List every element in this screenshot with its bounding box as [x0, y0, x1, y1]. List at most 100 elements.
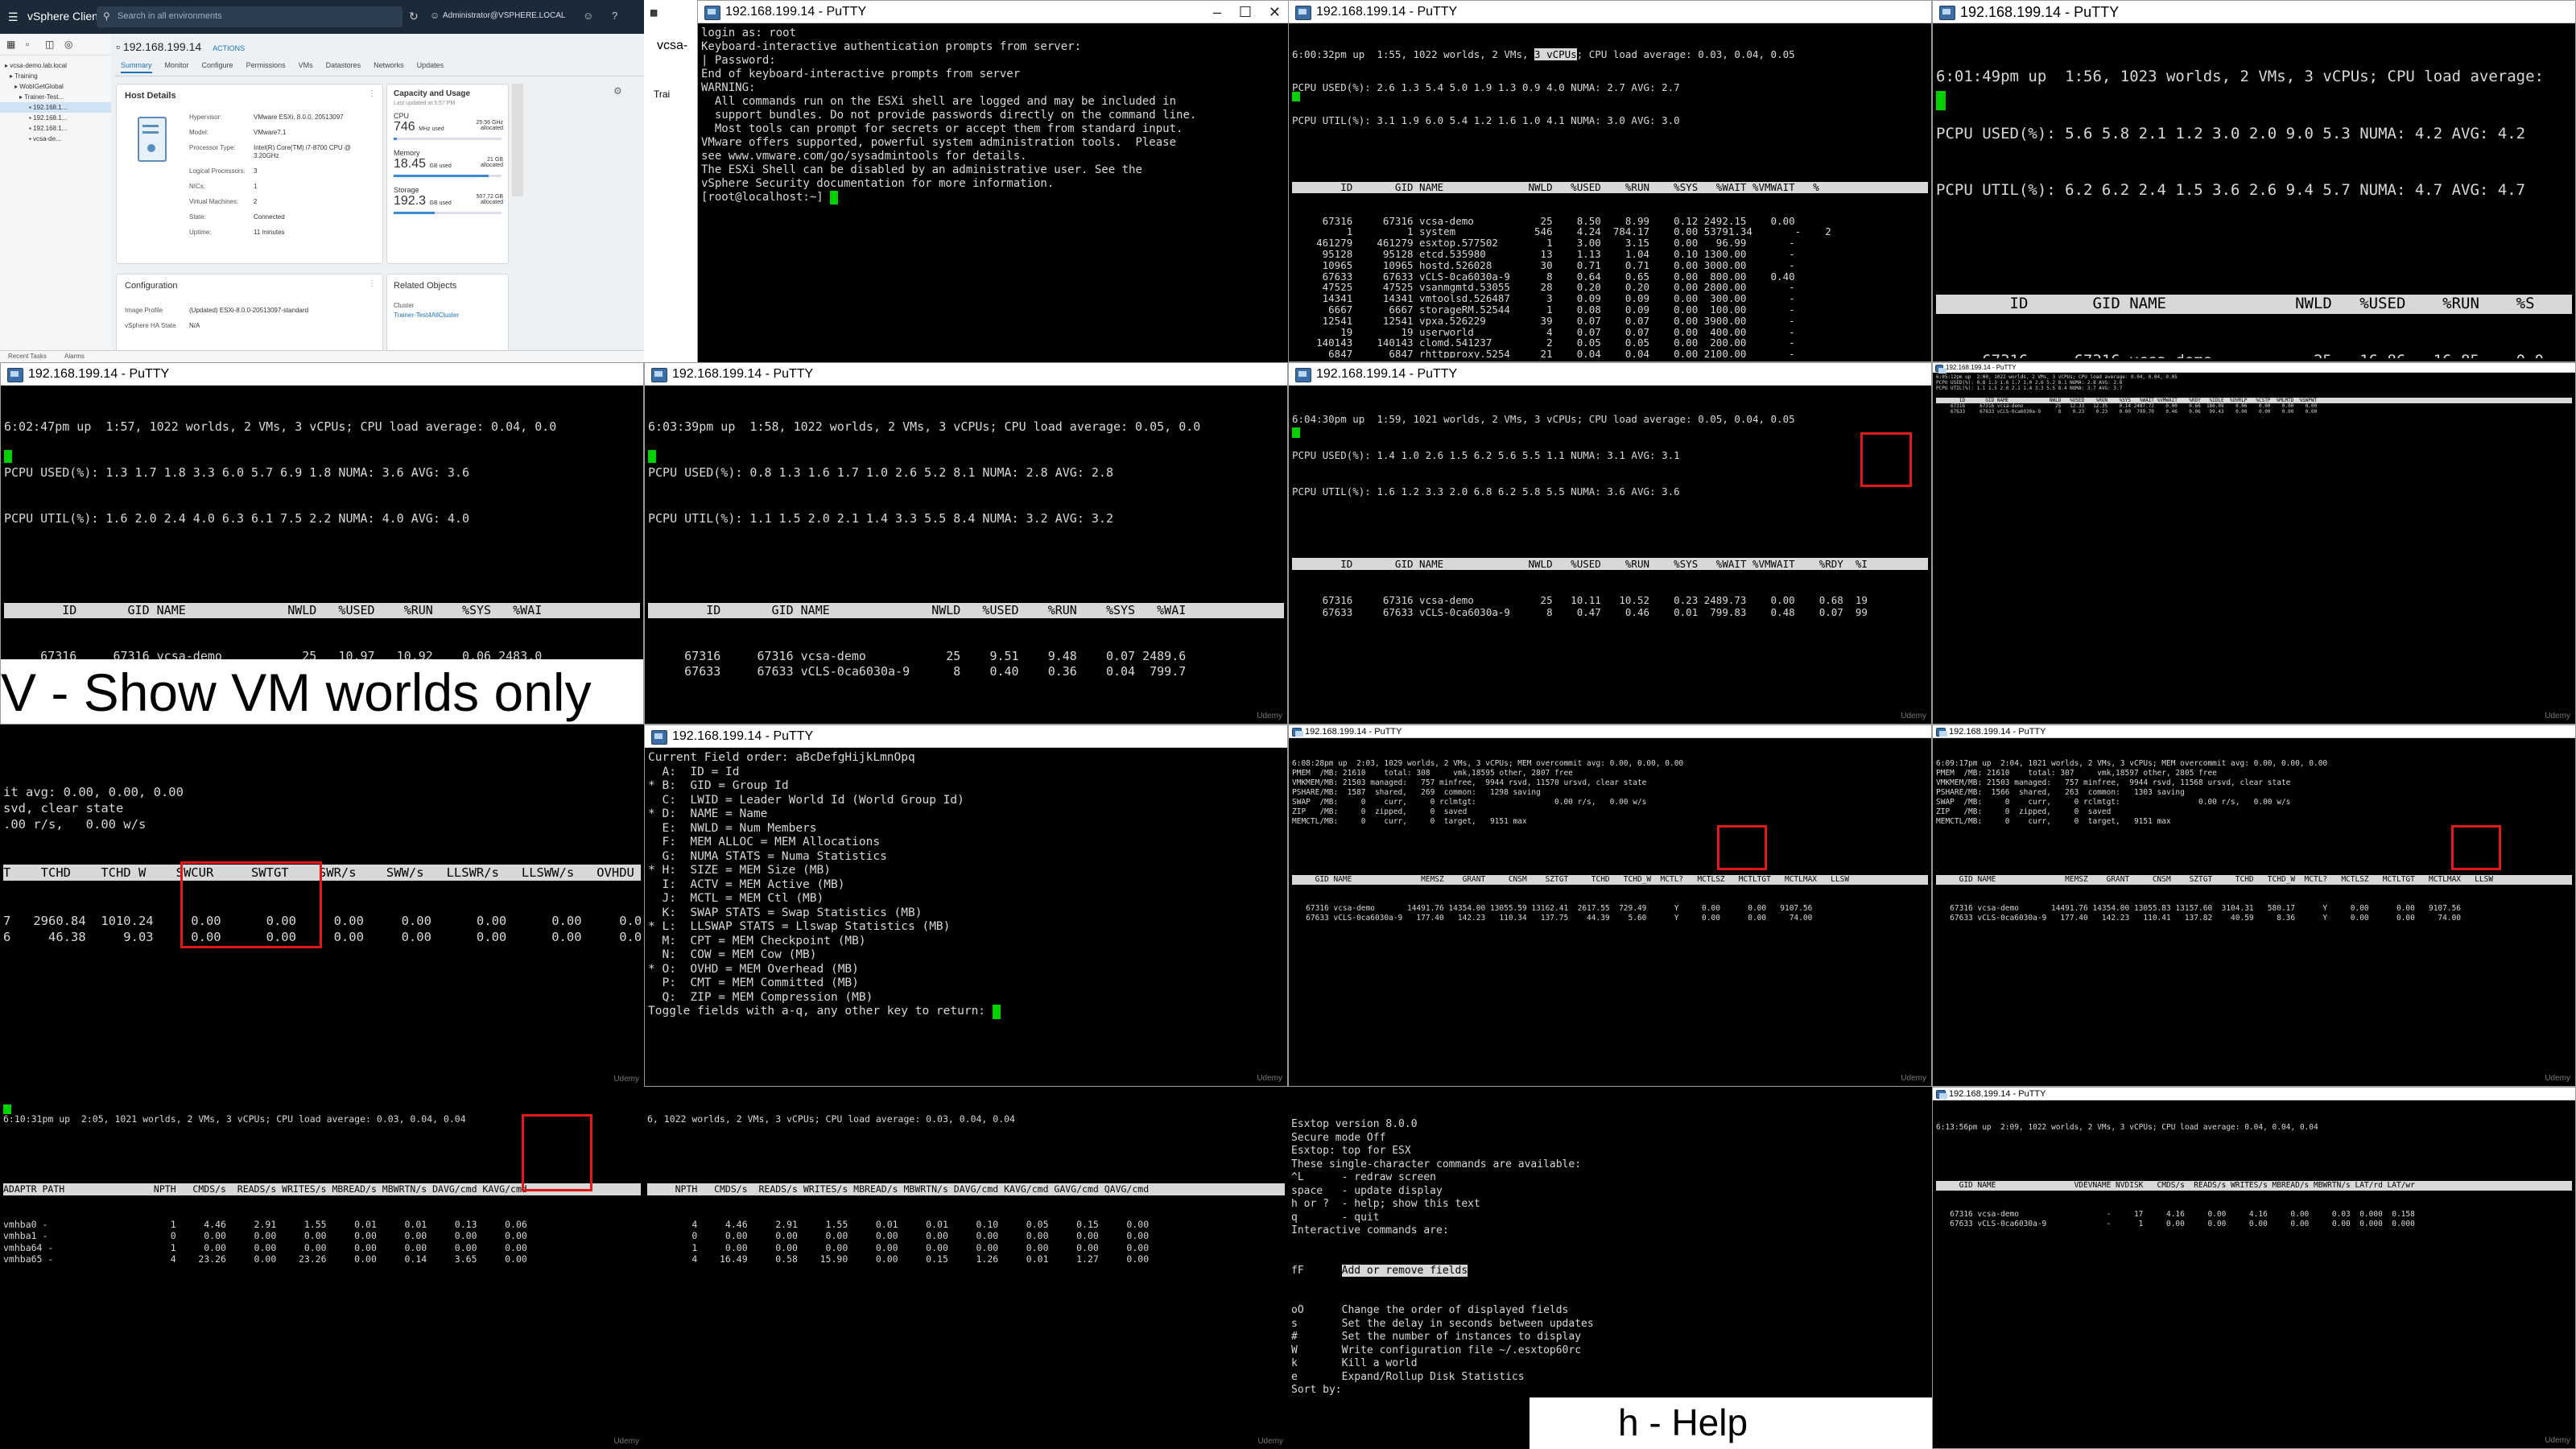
- actions-menu[interactable]: ACTIONS: [213, 44, 245, 52]
- refresh-icon[interactable]: ↻: [409, 10, 419, 23]
- table-header: ID GID NAME NWLD %USED %RUN %SYS %WAIT %…: [1292, 558, 1928, 570]
- host-details-list: Hypervisor: VMware ESXi, 8.0.0, 20513097 M…: [189, 114, 378, 244]
- terminal-output[interactable]: Esxtop version 8.0.0 Secure mode Off Esxto…: [1291, 1092, 1929, 1446]
- terminal-output[interactable]: 6:00:32pm up 1:55, 1022 worlds, 2 VMs, 3…: [1292, 27, 1928, 358]
- help-line: e Expand/Rollup Disk Statistics: [1291, 1370, 1525, 1383]
- table-row: 67316 67316 vcsa-demo 25 16.86 16.85 0.0: [1936, 352, 2572, 359]
- related-objects-card: Related Objects Cluster Trainer-Test4All…: [386, 274, 509, 362]
- cluster-link[interactable]: Trainer-Test4AllCluster: [394, 312, 459, 319]
- pcpu-util-line: PCPU UTIL(%): 6.2 6.2 2.4 1.5 3.6 2.6 9.…: [1936, 181, 2526, 199]
- maximize-button[interactable]: ☐: [1239, 1, 1252, 23]
- memory-label: Memory: [394, 149, 420, 157]
- network-view-icon[interactable]: ◎: [64, 39, 72, 50]
- terminal-output[interactable]: login as: root Keyboard-interactive authe…: [701, 27, 1286, 360]
- tree-item[interactable]: ▸ WobIGetGlobal: [0, 81, 111, 92]
- tree-item[interactable]: ▪ vcsa-de...: [0, 134, 111, 144]
- tree-item[interactable]: ▸ vcsa-demo.lab.local: [0, 60, 111, 71]
- host-icon: ▫: [116, 40, 120, 53]
- terminal-output[interactable]: 6:03:39pm up 1:58, 1022 worlds, 2 VMs, 3…: [648, 389, 1284, 720]
- table-header: ID GID NAME NWLD %USED %RUN %S: [1936, 295, 2572, 314]
- table-row: 67633 vCLS-0ca6030a-9 177.40 142.23 110.…: [1292, 914, 1813, 923]
- footer-bar: Recent Tasks Alarms: [0, 350, 644, 362]
- table-row: 67633 67633 vCLS-0ca6030a-9 8 0.64 0.65 …: [1292, 270, 1819, 283]
- memory-total: 21 GB allocated: [480, 157, 503, 168]
- terminal-line: PSHARE/MB: 1587 shared, 269 common: 1298…: [1292, 788, 1541, 797]
- search-placeholder: Search in all environments: [118, 11, 222, 21]
- terminal-output[interactable]: 6:13:56pm up 2:09, 1022 worlds, 2 VMs, 3…: [1936, 1104, 2572, 1445]
- mctl-highlight-box: [1717, 825, 1767, 870]
- udemy-watermark: Udemy: [613, 1075, 639, 1084]
- terminal-output[interactable]: 6:08:28pm up 2:03, 1029 worlds, 2 VMs, 3…: [1292, 740, 1928, 1083]
- scrollbar[interactable]: [512, 84, 523, 196]
- smiley-icon[interactable]: ☺: [583, 10, 593, 22]
- table-header: GID NAME MEMSZ GRANT CNSM SZTGT TCHD TCH…: [1292, 875, 1928, 885]
- tree-item[interactable]: ▸ Trainer-Test...: [0, 92, 111, 102]
- vcpus-highlight: 3 vCPUs: [1534, 47, 1577, 60]
- tab-permissions[interactable]: Permissions: [246, 61, 286, 72]
- field-line: * H: SIZE = MEM Size (MB): [648, 864, 831, 877]
- cpu-label: CPU: [394, 112, 410, 120]
- help-icon[interactable]: ?: [612, 10, 617, 22]
- close-button[interactable]: ✕: [1269, 1, 1281, 23]
- putty-window: 192.168.199.14 - PuTTY – ☐ ✕ login as: r…: [697, 0, 1288, 362]
- tab-monitor[interactable]: Monitor: [165, 61, 189, 72]
- card-menu-icon[interactable]: ⋮: [368, 279, 376, 288]
- tab-summary[interactable]: Summary: [121, 61, 152, 73]
- terminal-output[interactable]: Current Field order: aBcDefgHijkLmnOpq A…: [648, 751, 1284, 1083]
- terminal-output[interactable]: 6:01:49pm up 1:56, 1023 worlds, 2 VMs, 3…: [1936, 30, 2572, 358]
- cursor: [3, 1104, 11, 1114]
- card-menu-icon[interactable]: ⋮: [368, 89, 376, 98]
- table-row: 67633 vCLS-0ca6030a-9 177.40 142.23 110.…: [1936, 914, 2462, 923]
- putty-icon: [1935, 365, 1946, 374]
- terminal-output[interactable]: 6:09:17pm up 2:04, 1021 worlds, 2 VMs, 3…: [1936, 740, 2572, 1083]
- table-row: vmhba65 - 4 23.26 0.00 23.26 0.00 0.14 3…: [3, 1253, 527, 1265]
- terminal-line: PSHARE/MB: 1566 shared, 263 common: 1303…: [1936, 788, 2185, 797]
- detail-row: Image Profile (Updated) ESXi-8.0.0-205130…: [125, 307, 309, 314]
- vms-view-icon[interactable]: ▫: [26, 39, 29, 50]
- tab-updates[interactable]: Updates: [417, 61, 444, 72]
- tab-networks[interactable]: Networks: [374, 61, 404, 72]
- storage-view-icon[interactable]: ◫: [45, 39, 54, 50]
- field-line: * B: GID = Group Id: [648, 779, 789, 792]
- help-line: k Kill a world: [1291, 1357, 1418, 1369]
- host-name: 192.168.199.14: [122, 40, 202, 53]
- hosts-view-icon[interactable]: ▦: [6, 39, 15, 50]
- search-box[interactable]: ⚲ Search in all environments: [97, 6, 402, 27]
- udemy-watermark: Udemy: [1257, 1074, 1282, 1083]
- terminal-output[interactable]: 6:05:12pm up 2:00, 1022 worlds, 2 VMs, 3…: [1936, 374, 2572, 720]
- background-window: ▩ vcsa- Trai: [644, 0, 698, 362]
- tab-configure[interactable]: Configure: [202, 61, 233, 72]
- tree-item[interactable]: ▪ 192.168.1...: [0, 113, 111, 123]
- terminal-output[interactable]: 6:04:30pm up 1:59, 1021 worlds, 2 VMs, 3…: [1292, 389, 1928, 720]
- summary-line: 6:03:39pm up 1:58, 1022 worlds, 2 VMs, 3…: [648, 419, 1201, 434]
- terminal-line: PCPU USED(%): 0.8 1.3 1.6 1.7 1.0 2.6 5.…: [1936, 380, 2123, 386]
- window-icon: ▩: [650, 6, 658, 19]
- menu-icon[interactable]: ☰: [8, 10, 19, 24]
- process-table: 67316 67316 vcsa-demo 25 16.86 16.85 0.0…: [1936, 352, 2572, 359]
- table-header: T TCHD TCHD W SWCUR SWTGT SWR/s SWW/s LL…: [3, 865, 641, 881]
- user-menu[interactable]: Administrator@VSPHERE.LOCAL: [443, 11, 565, 20]
- field-line: Q: ZIP = MEM Compression (MB): [648, 990, 873, 1004]
- field-line: * D: NAME = Name: [648, 807, 768, 820]
- terminal-line: All commands run on the ESXi shell are l…: [701, 95, 1177, 108]
- tree-item[interactable]: ▪ 192.168.1...: [0, 102, 111, 113]
- terminal-output[interactable]: 6, 1022 worlds, 2 VMs, 3 vCPUs; CPU load…: [647, 1090, 1285, 1446]
- recent-tasks-tab[interactable]: Recent Tasks: [8, 353, 47, 360]
- tree-item[interactable]: ▸ Training: [0, 71, 111, 81]
- tree-item[interactable]: ▪ 192.168.1...: [0, 123, 111, 134]
- udemy-watermark: Udemy: [613, 1437, 639, 1446]
- terminal-line: 6:08:28pm up 2:03, 1029 worlds, 2 VMs, 3…: [1292, 759, 1684, 768]
- terminal-output[interactable]: it avg: 0.00, 0.00, 0.00 svd, clear state…: [3, 752, 641, 1084]
- table-row: 67633 67633 vCLS-0ca6030a-9 8 0.23 0.23 …: [1936, 409, 2318, 415]
- settings-gear-icon[interactable]: ⚙: [613, 85, 622, 97]
- minimize-button[interactable]: –: [1213, 1, 1221, 23]
- memory-value: 18.45 GB used: [394, 157, 452, 171]
- tab-vms[interactable]: VMs: [299, 61, 313, 72]
- host-title: ▫ 192.168.199.14 ACTIONS: [116, 40, 245, 53]
- tab-datastores[interactable]: Datastores: [326, 61, 361, 72]
- terminal-line: svd, clear state: [3, 801, 124, 815]
- putty-rdy-panel: 192.168.199.14 - PuTTY 6:04:30pm up 1:59…: [1288, 362, 1932, 724]
- user-icon[interactable]: ☺: [430, 10, 440, 21]
- alarms-tab[interactable]: Alarms: [64, 353, 85, 360]
- putty-icon: [7, 368, 23, 382]
